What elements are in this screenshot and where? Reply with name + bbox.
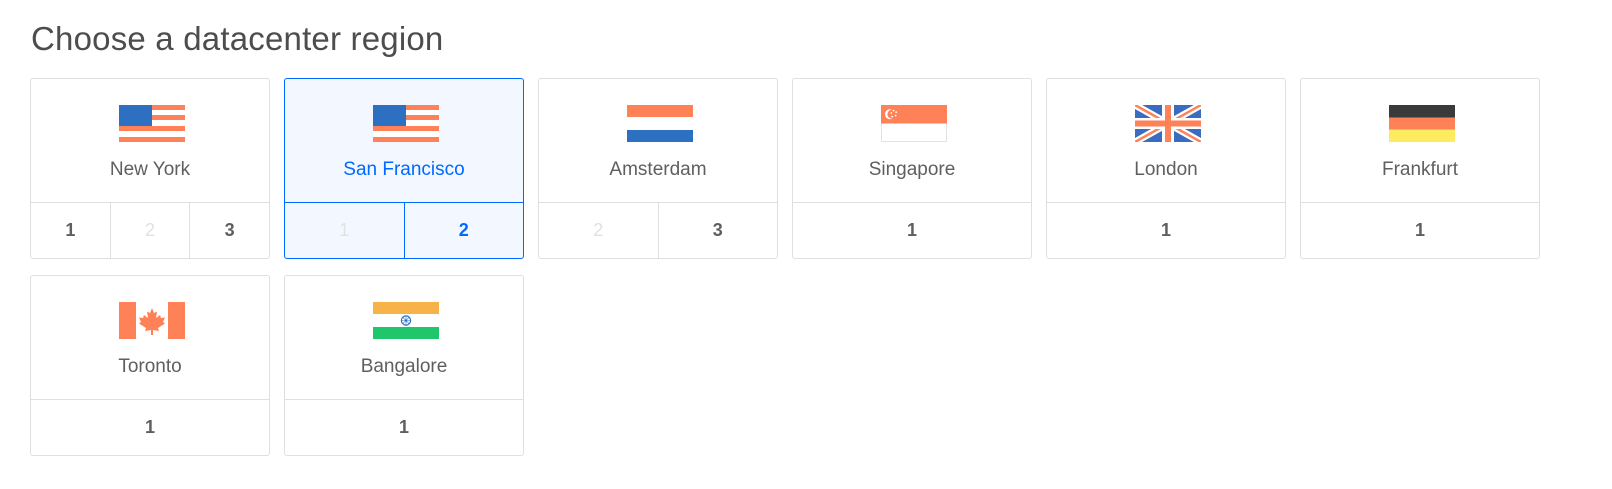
region-numbers: 1 bbox=[31, 399, 269, 455]
datacenter-number-option[interactable]: 1 bbox=[1301, 203, 1539, 258]
datacenter-number-option[interactable]: 2 bbox=[403, 203, 524, 258]
region-numbers: 1 bbox=[1047, 202, 1285, 258]
region-name: Frankfurt bbox=[1381, 159, 1459, 180]
region-card-london[interactable]: London 1 bbox=[1046, 78, 1286, 259]
datacenter-number-option[interactable]: 3 bbox=[189, 203, 269, 258]
region-name: New York bbox=[109, 159, 191, 180]
datacenter-number-option[interactable]: 1 bbox=[31, 203, 110, 258]
region-numbers: 123 bbox=[31, 202, 269, 258]
region-name: Singapore bbox=[868, 159, 956, 180]
uk-flag-icon bbox=[1135, 105, 1201, 142]
singapore-flag-icon bbox=[881, 105, 947, 142]
region-card-amsterdam[interactable]: Amsterdam 23 bbox=[538, 78, 778, 259]
region-card-new-york[interactable]: New York 123 bbox=[30, 78, 270, 259]
region-card-header[interactable]: Bangalore bbox=[285, 276, 523, 399]
region-card-singapore[interactable]: Singapore 1 bbox=[792, 78, 1032, 259]
germany-flag-icon bbox=[1389, 105, 1455, 142]
region-card-header[interactable]: New York bbox=[31, 79, 269, 202]
region-card-header[interactable]: Singapore bbox=[793, 79, 1031, 202]
datacenter-number-option[interactable]: 3 bbox=[657, 203, 778, 258]
region-name: Toronto bbox=[118, 356, 182, 377]
usa-flag-icon bbox=[373, 105, 439, 142]
region-card-header[interactable]: San Francisco bbox=[285, 79, 523, 202]
region-name: London bbox=[1134, 159, 1198, 180]
datacenter-number-option[interactable]: 1 bbox=[793, 203, 1031, 258]
region-card-bangalore[interactable]: Bangalore 1 bbox=[284, 275, 524, 456]
region-card-header[interactable]: Toronto bbox=[31, 276, 269, 399]
region-card-header[interactable]: London bbox=[1047, 79, 1285, 202]
region-card-frankfurt[interactable]: Frankfurt 1 bbox=[1300, 78, 1540, 259]
region-numbers: 23 bbox=[539, 202, 777, 258]
region-numbers: 1 bbox=[793, 202, 1031, 258]
page-title: Choose a datacenter region bbox=[31, 20, 444, 57]
datacenter-number-option: 2 bbox=[109, 203, 190, 258]
canada-flag-icon bbox=[119, 302, 185, 339]
region-card-toronto[interactable]: Toronto 1 bbox=[30, 275, 270, 456]
datacenter-number-option[interactable]: 1 bbox=[1047, 203, 1285, 258]
region-numbers: 1 bbox=[1301, 202, 1539, 258]
region-card-header[interactable]: Amsterdam bbox=[539, 79, 777, 202]
datacenter-number-option: 1 bbox=[339, 220, 350, 240]
region-name: San Francisco bbox=[343, 159, 465, 180]
region-numbers: 1 bbox=[285, 399, 523, 455]
region-name: Amsterdam bbox=[609, 159, 707, 180]
region-numbers: 12 bbox=[285, 202, 523, 258]
region-card-san-francisco[interactable]: San Francisco 12 bbox=[284, 78, 524, 259]
datacenter-number-option[interactable]: 1 bbox=[285, 400, 523, 455]
region-card-header[interactable]: Frankfurt bbox=[1301, 79, 1539, 202]
usa-flag-icon bbox=[119, 105, 185, 142]
datacenter-number-option: 2 bbox=[593, 220, 604, 240]
region-name: Bangalore bbox=[360, 356, 448, 377]
datacenter-number-option[interactable]: 1 bbox=[31, 400, 269, 455]
india-flag-icon bbox=[373, 302, 439, 339]
netherlands-flag-icon bbox=[627, 105, 693, 142]
